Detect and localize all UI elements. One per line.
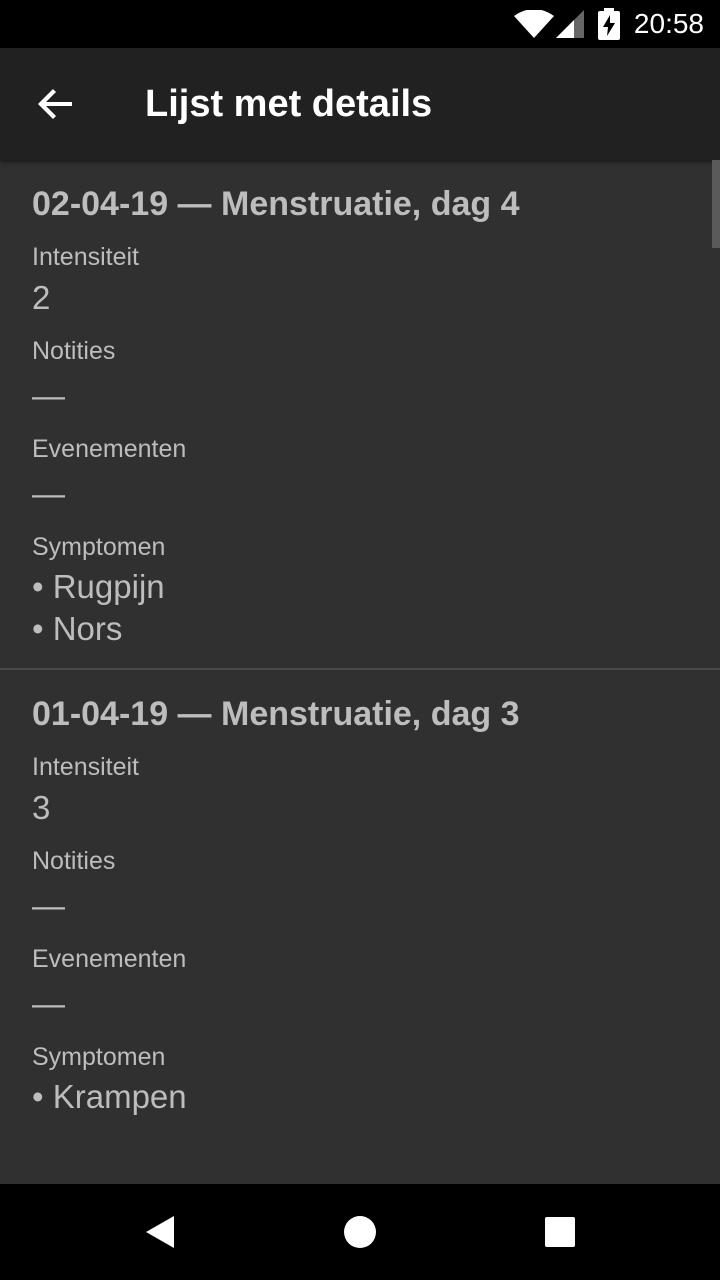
app-bar: Lijst met details	[0, 48, 720, 160]
list-item[interactable]: 02-04-19 — Menstruatie, dag 4 Intensitei…	[0, 160, 720, 650]
intensity-value: 2	[32, 279, 51, 316]
wifi-icon	[514, 10, 554, 38]
symptoms-label: Symptomen	[32, 533, 166, 561]
triangle-back-icon	[146, 1216, 174, 1248]
status-bar: 20:58	[0, 0, 720, 48]
intensity-label: Intensiteit	[32, 243, 140, 271]
status-time: 20:58	[633, 8, 704, 39]
symptom-item: • Nors	[32, 610, 123, 647]
details-list[interactable]: 02-04-19 — Menstruatie, dag 4 Intensitei…	[0, 160, 720, 1184]
notes-label: Notities	[32, 337, 116, 365]
back-button[interactable]	[28, 76, 84, 132]
battery-charging-icon	[598, 8, 620, 40]
events-value: —	[32, 985, 65, 1022]
entry-title: 02-04-19 — Menstruatie, dag 4	[32, 185, 520, 223]
square-recents-icon	[545, 1217, 575, 1247]
page-title: Lijst met details	[145, 83, 433, 125]
arrow-back-icon	[38, 89, 72, 119]
signal-icon	[556, 10, 584, 38]
symptom-item: • Rugpijn	[32, 568, 165, 605]
symptoms-label: Symptomen	[32, 1043, 166, 1071]
symptom-item: • Krampen	[32, 1078, 187, 1115]
events-value: —	[32, 475, 65, 512]
intensity-label: Intensiteit	[32, 753, 140, 781]
events-label: Evenementen	[32, 945, 187, 973]
nav-home-button[interactable]	[340, 1212, 380, 1252]
notes-label: Notities	[32, 847, 116, 875]
navigation-bar	[0, 1184, 720, 1280]
nav-recents-button[interactable]	[540, 1212, 580, 1252]
intensity-value: 3	[32, 789, 51, 826]
events-label: Evenementen	[32, 435, 187, 463]
notes-value: —	[32, 887, 65, 924]
nav-back-button[interactable]	[140, 1212, 180, 1252]
notes-value: —	[32, 377, 65, 414]
list-item[interactable]: 01-04-19 — Menstruatie, dag 3 Intensitei…	[0, 670, 720, 1118]
circle-home-icon	[344, 1216, 376, 1248]
entry-title: 01-04-19 — Menstruatie, dag 3	[32, 695, 520, 733]
